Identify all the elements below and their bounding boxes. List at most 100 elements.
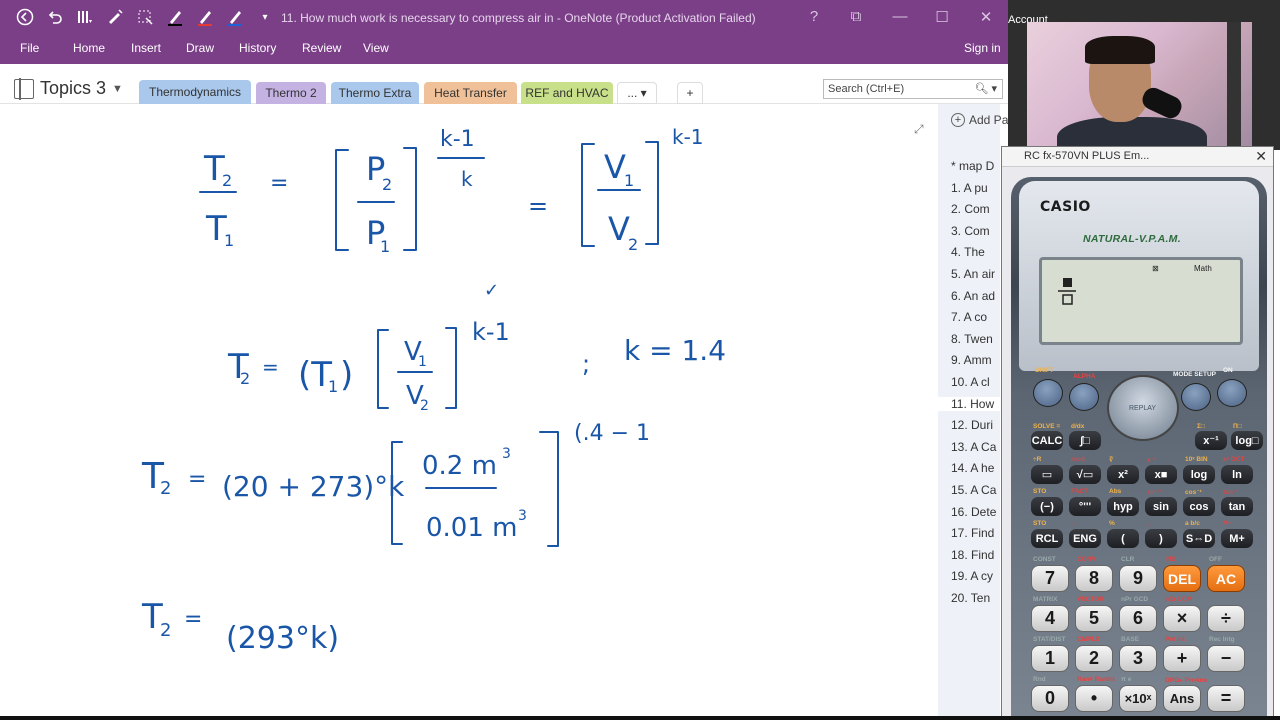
page-list-item[interactable]: 10. A cl [951, 375, 999, 389]
page-list-item[interactable]: 18. Find [951, 548, 999, 562]
menu-view[interactable]: View [363, 41, 389, 55]
add-page-button[interactable]: + Add Pa [951, 113, 1008, 127]
page-list-item[interactable]: 3. Com [951, 224, 999, 238]
function-key[interactable]: x² [1107, 465, 1139, 484]
page-list-item[interactable]: 20. Ten [951, 591, 999, 605]
tab-thermo-2[interactable]: Thermo 2 [256, 82, 326, 104]
function-key[interactable]: ln [1221, 465, 1253, 484]
more-sections-tab[interactable]: ... ▾ [617, 82, 657, 104]
page-list-item[interactable]: 4. The [951, 245, 999, 259]
page-canvas[interactable] [0, 104, 938, 716]
ans-key[interactable]: Ans [1163, 685, 1201, 712]
tab-ref-and-hvac[interactable]: REF and HVAC [521, 82, 613, 104]
on-key[interactable] [1217, 379, 1247, 407]
page-list-item[interactable]: * map D [951, 159, 999, 173]
page-list-item[interactable]: 2. Com [951, 202, 999, 216]
calculator-close-icon[interactable]: ✕ [1255, 148, 1267, 165]
back-icon[interactable] [14, 6, 36, 28]
equals-key[interactable]: = [1207, 685, 1245, 712]
calc-key[interactable]: CALC [1031, 431, 1063, 450]
page-list-item[interactable]: 16. Dete [951, 505, 999, 519]
search-input[interactable]: Search (Ctrl+E) 🔍︎ ▾ [823, 79, 1003, 99]
minus-key[interactable]: − [1207, 645, 1245, 672]
page-list-item[interactable]: 11. How [938, 396, 1000, 411]
two-key[interactable]: 2 [1075, 645, 1113, 672]
function-key[interactable]: ) [1145, 529, 1177, 548]
maximize-icon[interactable]: ☐ [930, 8, 954, 26]
divide-key[interactable]: ÷ [1207, 605, 1245, 632]
shift-key[interactable] [1033, 379, 1063, 407]
tab-thermo-extra[interactable]: Thermo Extra [331, 82, 419, 104]
four-key[interactable]: 4 [1031, 605, 1069, 632]
integral-key[interactable]: ∫□ [1069, 431, 1101, 450]
menu-file[interactable]: File [20, 41, 39, 55]
one-key[interactable]: 1 [1031, 645, 1069, 672]
add-section-tab[interactable]: + [677, 82, 703, 104]
page-list-item[interactable]: 13. A Ca [951, 440, 999, 454]
page-list-item[interactable]: 12. Duri [951, 418, 999, 432]
page-list-item[interactable]: 14. A he [951, 461, 999, 475]
function-key[interactable]: (−) [1031, 497, 1063, 516]
page-list-item[interactable]: 6. An ad [951, 289, 999, 303]
function-key[interactable]: √▭ [1069, 465, 1101, 484]
menu-review[interactable]: Review [302, 41, 341, 55]
five-key[interactable]: 5 [1075, 605, 1113, 632]
page-list-item[interactable]: 9. Amm [951, 353, 999, 367]
plus-key[interactable]: + [1163, 645, 1201, 672]
page-list-item[interactable]: 8. Twen [951, 332, 999, 346]
menu-home[interactable]: Home [73, 41, 105, 55]
ac-key[interactable]: AC [1207, 565, 1245, 592]
undo-icon[interactable] [44, 6, 66, 28]
customize-toolbar-icon[interactable]: ▾ [254, 6, 276, 28]
help-icon[interactable]: ? [802, 8, 826, 25]
replay-dpad[interactable]: REPLAY [1107, 375, 1179, 441]
page-list-item[interactable]: 1. A pu [951, 181, 999, 195]
zero-key[interactable]: 0 [1031, 685, 1069, 712]
tab-heat-transfer[interactable]: Heat Transfer [424, 82, 517, 104]
exp10-key[interactable]: ×10ˣ [1119, 685, 1157, 712]
sign-in-link[interactable]: Sign in [964, 41, 1001, 55]
page-list-item[interactable]: 17. Find [951, 526, 999, 540]
nine-key[interactable]: 9 [1119, 565, 1157, 592]
page-list-item[interactable]: 7. A co [951, 310, 999, 324]
pen-red-icon[interactable] [194, 6, 216, 28]
minimize-icon[interactable]: — [888, 8, 912, 25]
pen-tools-icon[interactable] [74, 6, 96, 28]
alpha-key[interactable] [1069, 383, 1099, 411]
function-key[interactable]: S⇔D [1183, 529, 1215, 548]
mode-key[interactable] [1181, 383, 1211, 411]
three-key[interactable]: 3 [1119, 645, 1157, 672]
function-key[interactable]: °''' [1069, 497, 1101, 516]
function-key[interactable]: log [1183, 465, 1215, 484]
function-key[interactable]: RCL [1031, 529, 1063, 548]
page-list-item[interactable]: 5. An air [951, 267, 999, 281]
six-key[interactable]: 6 [1119, 605, 1157, 632]
function-key[interactable]: cos [1183, 497, 1215, 516]
tab-thermodynamics[interactable]: Thermodynamics [139, 80, 251, 104]
eight-key[interactable]: 8 [1075, 565, 1113, 592]
function-key[interactable]: tan [1221, 497, 1253, 516]
page-list-item[interactable]: 15. A Ca [951, 483, 999, 497]
function-key[interactable]: sin [1145, 497, 1177, 516]
search-icon[interactable]: 🔍︎ ▾ [974, 82, 997, 95]
lasso-select-icon[interactable] [104, 6, 126, 28]
multiply-key[interactable]: × [1163, 605, 1201, 632]
reciprocal-key[interactable]: x⁻¹ [1195, 431, 1227, 450]
function-key[interactable]: M+ [1221, 529, 1253, 548]
menu-draw[interactable]: Draw [186, 41, 214, 55]
decimal-key[interactable]: • [1075, 685, 1113, 712]
function-key[interactable]: x■ [1145, 465, 1177, 484]
pen-blue-icon[interactable] [224, 6, 246, 28]
close-icon[interactable]: ✕ [974, 8, 998, 26]
expand-icon[interactable]: ⤢ [914, 122, 926, 136]
menu-history[interactable]: History [239, 41, 276, 55]
function-key[interactable]: ▭ [1031, 465, 1063, 484]
function-key[interactable]: hyp [1107, 497, 1139, 516]
pen-black-icon[interactable] [164, 6, 186, 28]
fullscreen-icon[interactable]: ⧉ [844, 8, 868, 25]
function-key[interactable]: ( [1107, 529, 1139, 548]
seven-key[interactable]: 7 [1031, 565, 1069, 592]
eraser-icon[interactable] [134, 6, 156, 28]
log-base-key[interactable]: log□ [1231, 431, 1263, 450]
notebook-selector[interactable]: Topics 3 ▼ [14, 77, 123, 100]
